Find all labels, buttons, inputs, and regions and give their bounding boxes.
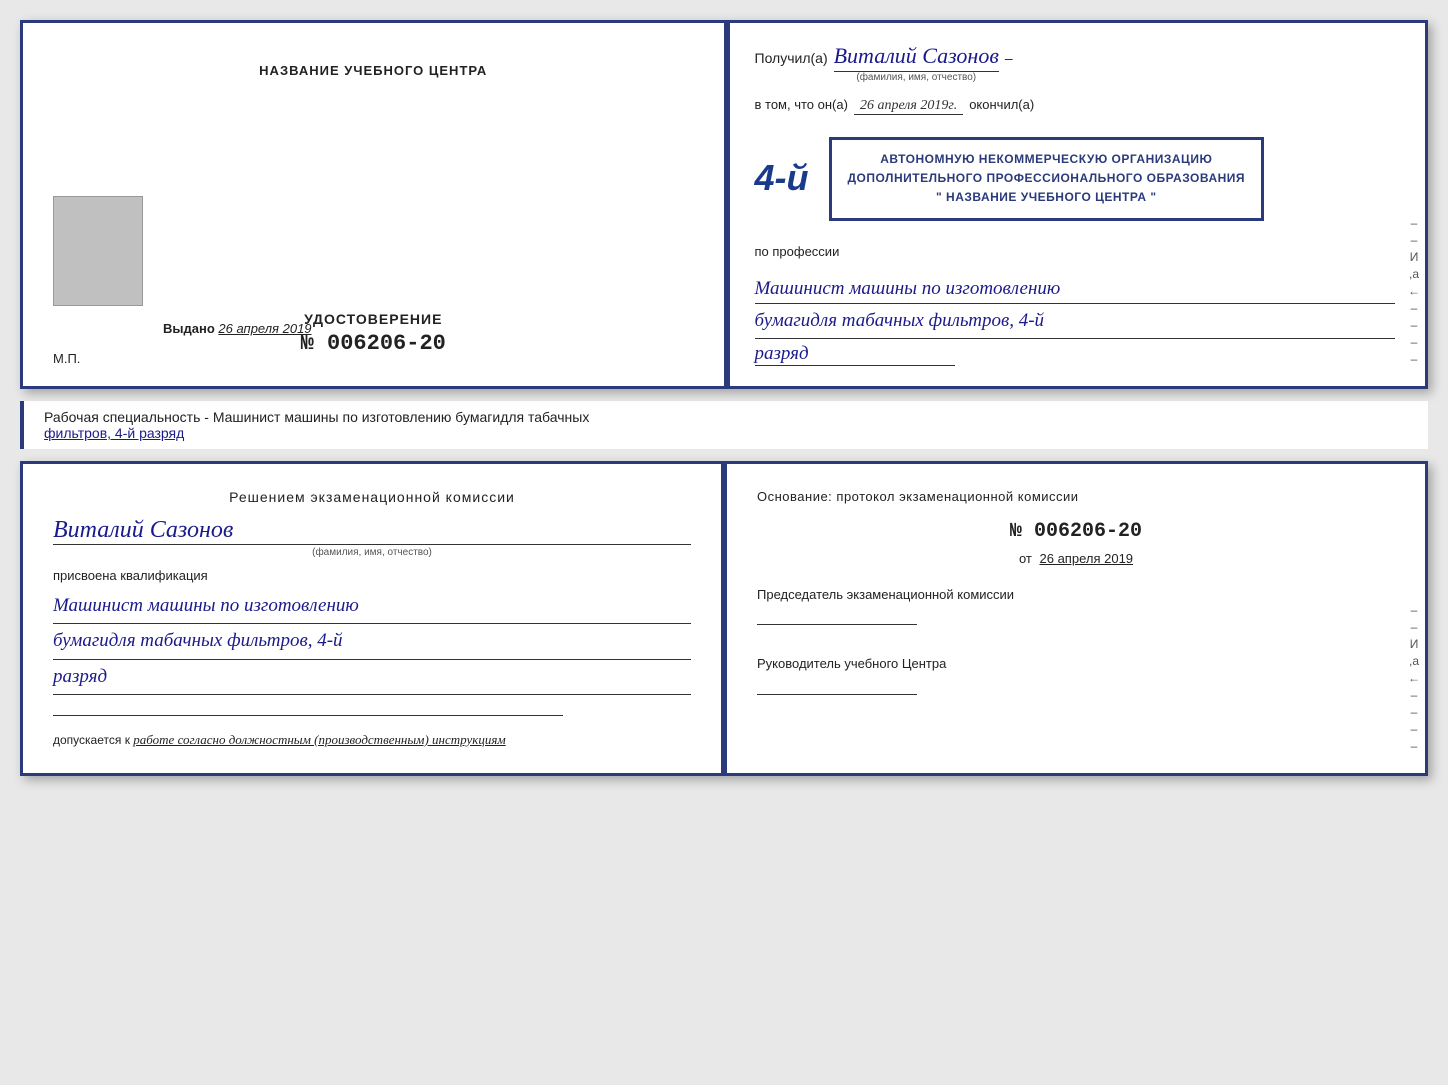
osnov-label: Основание: протокол экзаменационной коми… [757,489,1395,504]
bottom-strip-dash3: – [1411,688,1418,702]
page-container: НАЗВАНИЕ УЧЕБНОГО ЦЕНТРА УДОСТОВЕРЕНИЕ №… [20,20,1428,776]
top-certificate: НАЗВАНИЕ УЧЕБНОГО ЦЕНТРА УДОСТОВЕРЕНИЕ №… [20,20,1428,389]
bottom-strip-dash5: – [1411,722,1418,736]
strip-letter-i: И [1410,250,1419,264]
cert-right-page: Получил(а) Виталий Сазонов (фамилия, имя… [730,23,1426,386]
info-bar: Рабочая специальность - Машинист машины … [20,401,1428,449]
bottom-recipient-name: Виталий Сазонов [53,517,691,545]
vtom-prefix: в том, что он(а) [755,97,848,112]
dopusk-line: допускается к работе согласно должностны… [53,732,691,748]
bottom-razryad: разряд [53,660,691,695]
strip-dash4: – [1411,352,1418,366]
cert-issued-block: Выдано 26 апреля 2019 [163,321,312,336]
cert-issued-label: Выдано [163,321,215,336]
bottom-left-page: Решением экзаменационной комиссии Витали… [23,464,721,773]
bottom-right-page: Основание: протокол экзаменационной коми… [727,464,1425,773]
stamp-line3: " НАЗВАНИЕ УЧЕБНОГО ЦЕНТРА " [848,188,1246,207]
strip-i: – [1411,216,1418,230]
right-strips: – – И ,а ← – – – – [1403,23,1425,386]
bottom-strip-dash1: – [1411,603,1418,617]
recipient-line: Получил(а) Виталий Сазонов (фамилия, имя… [755,43,1396,83]
cert-training-center-title: НАЗВАНИЕ УЧЕБНОГО ЦЕНТРА [259,63,487,78]
cert-udostoverenie-block: УДОСТОВЕРЕНИЕ № 006206-20 [301,311,446,356]
cert-left-page: НАЗВАНИЕ УЧЕБНОГО ЦЕНТРА УДОСТОВЕРЕНИЕ №… [23,23,724,386]
protocol-date: от 26 апреля 2019 [757,551,1395,566]
strip-dash1: – [1411,301,1418,315]
predsedatel-block: Председатель экзаменационной комиссии [757,586,1395,625]
strip-dash2: – [1411,318,1418,332]
recipient-sub: (фамилия, имя, отчество) [856,72,976,83]
predsedatel-sig-line [757,624,917,625]
profession-label: по профессии [755,244,840,259]
cert-right-content: Получил(а) Виталий Сазонов (фамилия, имя… [755,43,1396,366]
cert-number: № 006206-20 [301,331,446,356]
razryad: разряд [755,343,955,366]
profession-block: Машинист машины по изготовлению бумагидл… [755,275,1396,367]
poluchil-label: Получил(а) [755,50,828,66]
strip-letter-a: ,а [1409,267,1419,281]
prisvoena-label: присвоена квалификация [53,568,691,583]
ot-prefix: от [1019,551,1032,566]
profession-line2: бумагидля табачных фильтров, 4-й [755,304,1396,339]
bottom-right-strips: – – И ,а ← – – – – [1403,464,1425,773]
strip-arrow: ← [1408,284,1420,298]
rukovoditel-label: Руководитель учебного Центра [757,655,1395,673]
okonchil-label: окончил(а) [969,97,1034,112]
strip-i2: – [1411,233,1418,247]
cert-photo [53,196,143,306]
protocol-date-value: 26 апреля 2019 [1040,551,1134,566]
strip-dash3: – [1411,335,1418,349]
bottom-strip-dash4: – [1411,705,1418,719]
cert-udost-label: УДОСТОВЕРЕНИЕ [301,311,446,327]
bottom-name-block: Виталий Сазонов (фамилия, имя, отчество) [53,517,691,558]
resolution-title: Решением экзаменационной комиссии [53,489,691,505]
predsedatel-label: Председатель экзаменационной комиссии [757,586,1395,604]
recipient-name: Виталий Сазонов [834,43,999,72]
protocol-number: № 006206-20 [757,520,1395,543]
bottom-certificate: Решением экзаменационной комиссии Витали… [20,461,1428,776]
dopusk-text: работе согласно должностным (производств… [133,732,505,747]
date-handwritten: 26 апреля 2019г. [854,98,963,115]
stamp-area: 4-й АВТОНОМНУЮ НЕКОММЕРЧЕСКУЮ ОРГАНИЗАЦИ… [755,129,1396,229]
bottom-strip-dash6: – [1411,739,1418,753]
bottom-strip-i: И [1410,637,1419,651]
bottom-strip-a: ,а [1409,654,1419,668]
stamp-line1: АВТОНОМНУЮ НЕКОММЕРЧЕСКУЮ ОРГАНИЗАЦИЮ [848,150,1246,169]
bottom-profession-line2: бумагидля табачных фильтров, 4-й [53,624,691,659]
info-text-prefix: Рабочая специальность - Машинист машины … [44,409,589,425]
bottom-name-sub: (фамилия, имя, отчество) [53,547,691,558]
po-professii-label: по профессии [755,243,1396,261]
stamp-line2: ДОПОЛНИТЕЛЬНОГО ПРОФЕССИОНАЛЬНОГО ОБРАЗО… [848,169,1246,188]
rukovoditel-sig-line [757,694,917,695]
info-text-underlined: фильтров, 4-й разряд [44,425,184,441]
profession-line1: Машинист машины по изготовлению [755,275,1396,305]
bottom-profession-line1: Машинист машины по изготовлению [53,589,691,624]
vtom-line: в том, что он(а) 26 апреля 2019г. окончи… [755,97,1396,115]
stamp-box: АВТОНОМНУЮ НЕКОММЕРЧЕСКУЮ ОРГАНИЗАЦИЮ ДО… [829,137,1265,221]
stamp-number: 4-й [755,160,809,196]
cert-issued-date: 26 апреля 2019 [218,321,311,336]
rukovoditel-block: Руководитель учебного Центра [757,655,1395,694]
dopusk-prefix: допускается к [53,733,130,747]
dash-after-name: – [1005,50,1013,66]
cert-mp: М.П. [53,351,80,366]
bottom-strip-arrow: ← [1408,671,1420,685]
bottom-strip-dash2: – [1411,620,1418,634]
bottom-profession-block: Машинист машины по изготовлению бумагидл… [53,589,691,695]
